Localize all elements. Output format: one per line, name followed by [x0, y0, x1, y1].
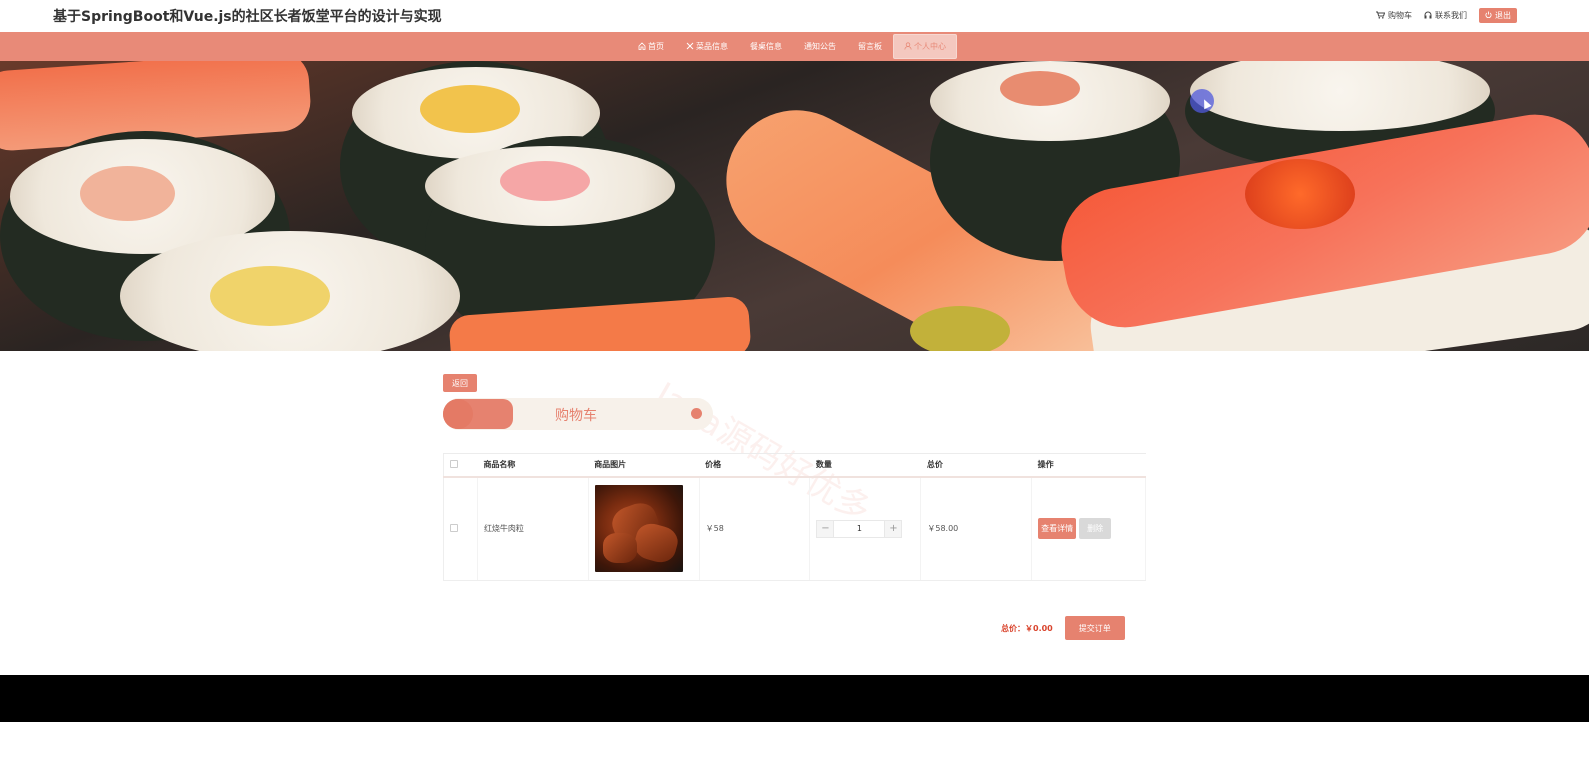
main-nav: 首页 菜品信息 餐桌信息 通知公告 留言板 个人中心 [0, 32, 1589, 61]
contact-link[interactable]: 联系我们 [1424, 10, 1467, 21]
banner-image [0, 61, 1589, 351]
mouse-cursor-icon [1190, 89, 1214, 113]
title-dot [691, 408, 702, 419]
cart-summary: 总价：￥0.00 提交订单 [1001, 616, 1125, 640]
increase-button[interactable]: + [884, 519, 903, 538]
delete-button[interactable]: 删除 [1079, 518, 1112, 540]
page-title: 购物车 [555, 408, 597, 424]
column-header: 总价 [920, 453, 1032, 478]
table-row: 红烧牛肉粒 ￥58 − + ￥58.00 查看详情删除 [443, 476, 1146, 581]
quantity-input[interactable] [834, 519, 885, 538]
cart-icon [1376, 11, 1386, 21]
column-header: 操作 [1031, 453, 1146, 478]
nav-item-label: 首页 [648, 42, 664, 51]
section-title: 购物车 [443, 398, 713, 430]
select-all-cell [443, 453, 478, 478]
nav-items: 首页 菜品信息 餐桌信息 通知公告 留言板 个人中心 [627, 32, 957, 61]
product-name: 红烧牛肉粒 [477, 476, 589, 581]
top-links: 购物车 联系我们 退出 [1376, 8, 1517, 23]
banner-filling [1000, 71, 1080, 106]
title-decoration [443, 399, 513, 429]
quantity-stepper: − + [816, 519, 920, 538]
total-price: 总价：￥0.00 [1001, 623, 1053, 633]
cart-link[interactable]: 购物车 [1376, 10, 1412, 21]
decrease-button[interactable]: − [816, 519, 835, 538]
footer [0, 675, 1589, 722]
banner-roe [1245, 159, 1355, 229]
banner-wasabi [910, 306, 1010, 351]
logout-label: 退出 [1495, 11, 1511, 20]
logout-button[interactable]: 退出 [1479, 8, 1517, 23]
cart-table: 商品名称 商品图片 价格 数量 总价 操作 红烧牛肉粒 ￥58 − 1 + ￥5… [443, 453, 1146, 581]
top-header: 基于SpringBoot和Vue.js的社区长者饭堂平台的设计与实现 购物车 联… [0, 0, 1589, 32]
quantity-cell: − + [809, 476, 922, 581]
cart-link-label: 购物车 [1388, 11, 1412, 20]
column-header: 数量 [809, 453, 921, 478]
power-icon [1485, 11, 1492, 20]
nav-item-profile[interactable]: 个人中心 [893, 34, 957, 59]
site-title: 基于SpringBoot和Vue.js的社区长者饭堂平台的设计与实现 [53, 9, 442, 25]
column-header: 商品名称 [477, 453, 589, 478]
banner-filling [210, 266, 330, 326]
nav-item-label: 餐桌信息 [750, 42, 782, 51]
nav-item-notices[interactable]: 通知公告 [793, 32, 847, 61]
banner-filling [80, 166, 175, 221]
banner-filling [420, 85, 520, 133]
utensils-icon [686, 42, 694, 52]
product-image [594, 485, 683, 573]
nav-item-dishes[interactable]: 菜品信息 [675, 32, 739, 61]
product-total: ￥58.00 [920, 476, 1033, 581]
nav-item-home[interactable]: 首页 [627, 32, 675, 61]
nav-item-label: 留言板 [858, 42, 882, 51]
headset-icon [1424, 11, 1432, 21]
user-icon [904, 41, 912, 52]
nav-item-tables[interactable]: 餐桌信息 [739, 32, 793, 61]
contact-link-label: 联系我们 [1435, 11, 1467, 20]
actions-cell: 查看详情 删除 [1031, 476, 1146, 581]
view-detail-button[interactable]: 查看详情 [1038, 518, 1077, 540]
select-all-checkbox[interactable] [450, 459, 458, 468]
product-price: ￥58 [699, 476, 811, 581]
column-header: 价格 [699, 453, 810, 478]
banner-filling [500, 161, 590, 201]
back-button[interactable]: 返回 [443, 374, 477, 392]
column-header: 商品图片 [588, 453, 700, 478]
table-header-row: 商品名称 商品图片 价格 数量 总价 操作 [443, 453, 1146, 478]
submit-order-button[interactable]: 提交订单 [1064, 616, 1125, 640]
product-image-cell [588, 476, 700, 581]
nav-item-label: 通知公告 [804, 42, 836, 51]
nav-item-messages[interactable]: 留言板 [847, 32, 893, 61]
row-select-cell [443, 476, 478, 581]
home-icon [638, 41, 646, 52]
nav-item-label: 菜品信息 [696, 42, 728, 51]
row-checkbox[interactable] [450, 523, 458, 532]
nav-item-label: 个人中心 [914, 42, 946, 51]
